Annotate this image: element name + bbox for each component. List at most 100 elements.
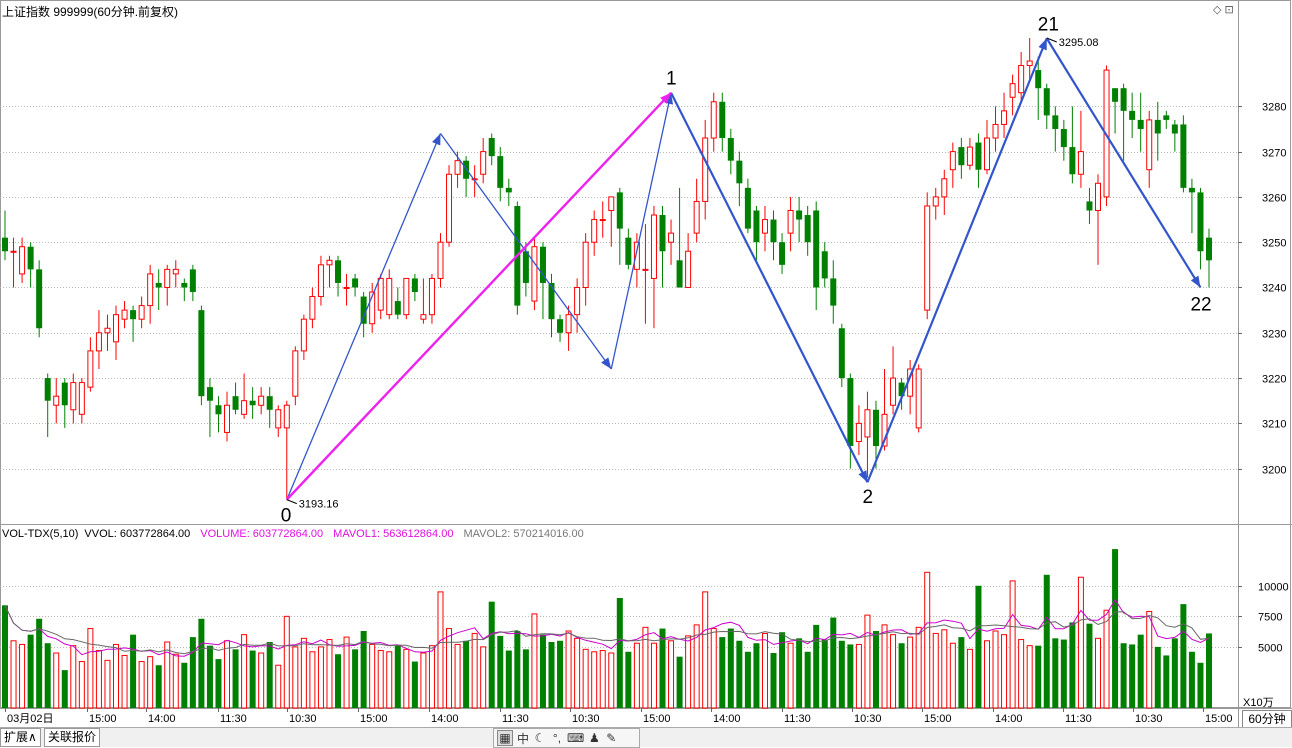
volume-tick-label: 10000	[1258, 582, 1289, 594]
time-tick-label: 11:30	[784, 713, 811, 725]
volume-bar-down	[744, 651, 751, 708]
time-tick-label: 14:00	[995, 713, 1023, 725]
candle-body-up	[890, 377, 897, 406]
volume-bar-down	[1154, 646, 1161, 708]
volume-bar-up	[787, 642, 794, 709]
time-tick-label: 10:30	[1135, 713, 1163, 725]
candle-body-up	[164, 268, 171, 288]
volume-bar-down	[1086, 623, 1093, 708]
keyboard-icon[interactable]: ⌨	[567, 731, 584, 745]
candle-body-down	[155, 282, 162, 288]
user-icon[interactable]: ♟	[587, 731, 601, 745]
candle-body-up	[650, 214, 657, 279]
candle-body-down	[659, 215, 666, 252]
volume-bar-down	[1052, 638, 1059, 708]
candle-body-down	[838, 328, 845, 379]
volume-bar-up	[702, 591, 709, 709]
candle-body-down	[505, 187, 512, 193]
volume-bar-down	[394, 645, 401, 708]
candle-body-up	[668, 232, 675, 243]
candle-body-down	[266, 396, 273, 410]
candle-body-up	[480, 151, 487, 175]
volume-bar-down	[727, 628, 734, 708]
volume-bar-up	[309, 651, 316, 709]
price-tick-label: 3260	[1262, 193, 1286, 205]
volume-bar-down	[249, 650, 256, 708]
time-tick-label: 14:00	[148, 713, 176, 725]
mavol1-value: MAVOL1: 563612864.00	[333, 528, 454, 540]
grid-icon[interactable]: ▦	[497, 730, 513, 746]
volume-bar-down	[821, 639, 828, 708]
wrench-icon[interactable]: ✎	[604, 731, 618, 745]
candle-body-up	[300, 318, 307, 352]
window-controls-icon[interactable]: ◇ ⊡	[1213, 3, 1234, 16]
zhong-icon[interactable]: 中	[516, 730, 530, 747]
volume-bar-down	[1206, 633, 1212, 708]
volume-bar-down	[719, 637, 726, 708]
volume-bar-down	[1069, 622, 1076, 708]
candle-body-up	[95, 332, 102, 352]
moon-icon[interactable]: ☾	[533, 731, 547, 745]
wave-line-a-b-arrow	[601, 357, 612, 370]
volume-bar-down	[463, 640, 470, 708]
candle-body-down	[61, 382, 68, 406]
period-selector[interactable]: 60分钟	[1242, 710, 1292, 728]
candle-body-up	[104, 327, 111, 334]
volume-bar-up	[599, 650, 606, 709]
time-tick-label: 15:00	[1205, 713, 1233, 725]
volume-bar-down	[411, 661, 418, 708]
volume-bar-down	[1060, 639, 1067, 708]
volume-bar-up	[437, 591, 444, 709]
volume-bar-up	[386, 651, 393, 709]
volume-bar-down	[753, 643, 760, 708]
volume-bar-up	[1026, 645, 1033, 709]
candle-body-down	[1086, 201, 1093, 211]
volume-bar-down	[804, 651, 811, 708]
candle-body-up	[275, 409, 282, 429]
candle-body-up	[702, 137, 709, 202]
wave-line-21-22-arrow	[1190, 275, 1201, 288]
dots-icon[interactable]: °,	[550, 731, 564, 745]
volume-bar-up	[591, 651, 598, 709]
candle-body-up	[599, 219, 606, 222]
candle-body-up	[113, 314, 120, 343]
volume-bar-down	[2, 605, 8, 708]
candle-body-down	[770, 219, 777, 243]
candle-body-down	[394, 301, 401, 315]
candle-body-down	[1035, 70, 1042, 89]
candle-body-down	[198, 310, 205, 397]
candle-body-down	[1206, 237, 1212, 261]
volume-bar-down	[1188, 651, 1195, 708]
wave-point-label: 0	[281, 506, 292, 527]
price-tick-label: 3270	[1262, 148, 1286, 160]
volume-bar-up	[983, 640, 990, 709]
candle-body-down	[1069, 147, 1076, 175]
volume-bar-down	[1197, 662, 1204, 708]
volume-bar-down	[1163, 655, 1170, 708]
time-tick-label: 10:30	[289, 713, 317, 725]
volume-bar-up	[685, 635, 692, 709]
volume-bar-up	[258, 652, 265, 709]
volume-bar-up	[403, 648, 410, 709]
volume-bar-down	[61, 670, 68, 708]
volume-bar-down	[830, 617, 837, 708]
candle-body-down	[727, 138, 734, 161]
candle-body-up	[19, 246, 26, 275]
volume-bar-up	[1001, 634, 1008, 709]
candle-body-down	[719, 101, 726, 139]
candle-body-up	[70, 382, 77, 411]
volume-tick-label: 5000	[1258, 643, 1282, 655]
volume-bar-up	[471, 632, 478, 709]
time-tick-label: 03月02日	[7, 713, 53, 725]
expand-tab[interactable]: 扩展∧	[0, 728, 41, 747]
candle-body-up	[317, 264, 324, 298]
wave-point-label: 1	[666, 69, 677, 90]
volume-bar-up	[966, 648, 973, 709]
volume-bar-down	[1035, 645, 1042, 708]
volume-bar-down	[676, 656, 683, 708]
volume-bar-up	[949, 642, 956, 709]
mavol2-value: MAVOL2: 570214016.00	[463, 528, 584, 540]
related-quote-tab[interactable]: 关联报价	[44, 728, 101, 747]
volume-bar-up	[326, 639, 333, 709]
candle-body-down	[872, 409, 879, 447]
